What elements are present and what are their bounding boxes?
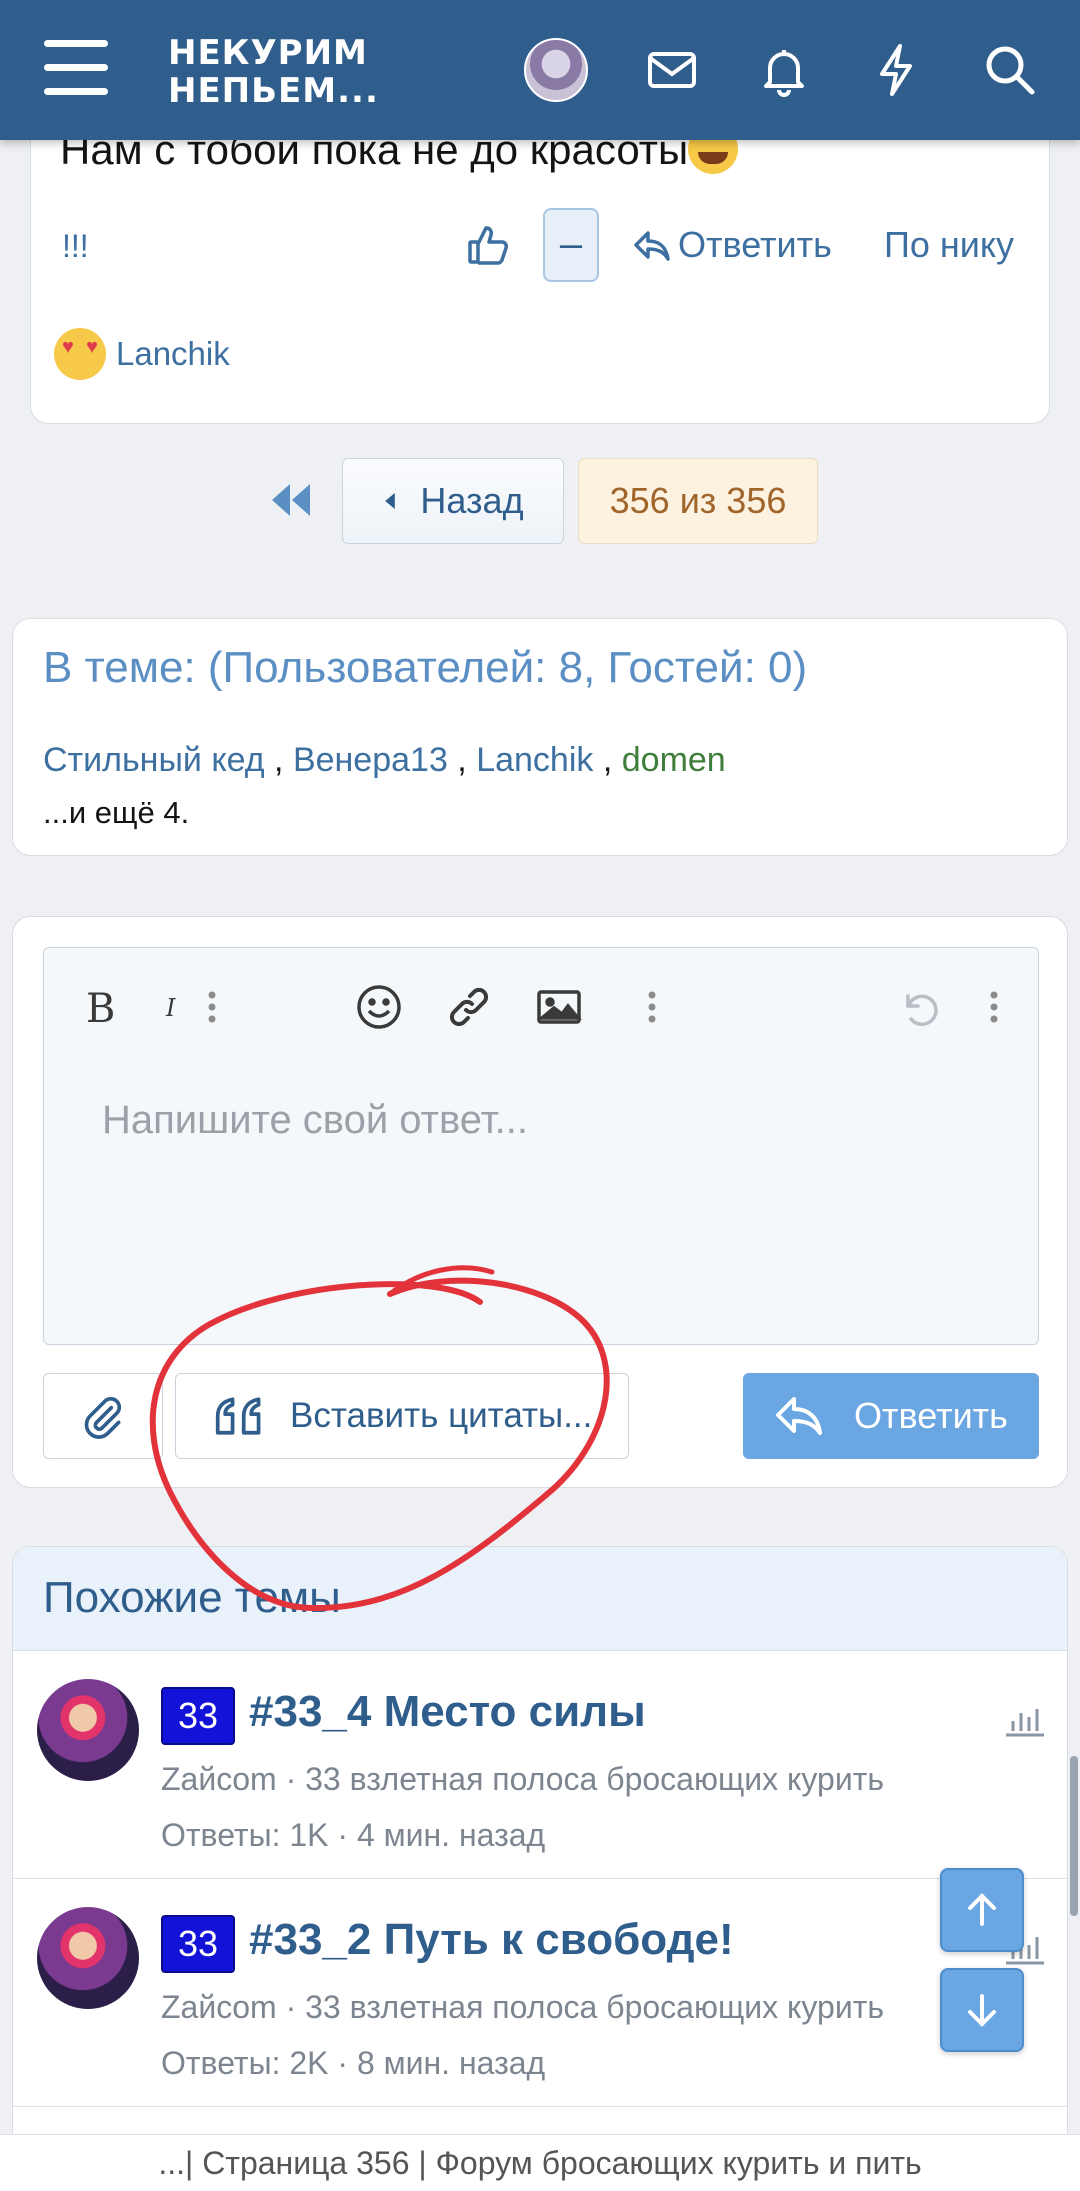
reply-placeholder: Напишите свой ответ... (102, 1098, 528, 1142)
chevron-left-icon (385, 493, 396, 509)
menu-icon[interactable] (44, 40, 108, 96)
online-title: В теме: (Пользователей: 8, Гостей: 0) (43, 643, 808, 692)
similar-threads-block: Похожие темы 33 #33_4 Место силы Zaйcom … (12, 1546, 1068, 2191)
scroll-to-bottom-button[interactable] (940, 1968, 1024, 2052)
thread-title-link[interactable]: #33_2 Путь к свободе! (249, 1915, 734, 1965)
heart-eyes-emoji-icon (54, 328, 106, 380)
image-icon[interactable] (532, 972, 586, 1042)
svg-text:I: I (165, 994, 176, 1022)
current-page-indicator[interactable]: 356 из 356 (578, 458, 818, 544)
italic-icon[interactable]: I (120, 972, 190, 1042)
user-avatar[interactable] (524, 38, 588, 102)
thread-author-avatar[interactable] (37, 1907, 139, 2009)
separator: · (328, 1817, 357, 1853)
thread-prefix-badge: 33 (161, 1915, 235, 1973)
bell-icon[interactable] (754, 40, 814, 100)
online-user-link[interactable]: domen (622, 741, 726, 779)
thread-title-link[interactable]: #33_4 Место силы (249, 1687, 646, 1737)
reply-editor-card: B I Напишите свой ответ... Вставить цита… (12, 916, 1068, 1488)
undo-icon[interactable] (892, 972, 946, 1042)
thread-replies: Ответы: 2K (161, 2045, 329, 2081)
separator: , (447, 741, 477, 779)
thread-meta: Zaйcom · 33 взлетная полоса бросающих ку… (161, 1761, 884, 1798)
separator: · (276, 1989, 306, 2025)
online-user-link[interactable]: Стильный кед (43, 741, 265, 779)
thread-author-avatar[interactable] (37, 1679, 139, 1781)
insert-quotes-button[interactable]: Вставить цитаты... (175, 1373, 629, 1459)
logo-line-2: НЕПЬЕМ... (168, 71, 379, 111)
separator: · (328, 2045, 357, 2081)
reply-arrow-icon (634, 231, 670, 261)
reply-link[interactable]: Ответить (632, 224, 832, 266)
arrow-down-icon (968, 1994, 996, 2027)
paperclip-icon (84, 1396, 122, 1439)
prev-page-button[interactable]: Назад (342, 458, 564, 544)
logo-line-1: НЕКУРИМ (168, 33, 368, 73)
separator: , (593, 741, 622, 779)
reaction-summary[interactable]: Lanchik (54, 328, 230, 380)
submit-reply-button[interactable]: Ответить (743, 1373, 1039, 1459)
page-scrollbar[interactable] (1070, 1756, 1078, 1916)
separator: , (264, 741, 293, 779)
scroll-to-top-button[interactable] (940, 1868, 1024, 1952)
thread-author[interactable]: Zaйcom (161, 1989, 277, 2025)
thread-stats: Ответы: 2K · 8 мин. назад (161, 2045, 545, 2082)
reply-editor[interactable]: B I Напишите свой ответ... (43, 947, 1039, 1345)
like-icon[interactable] (466, 222, 512, 268)
similar-threads-title: Похожие темы (43, 1573, 341, 1622)
similar-threads-header: Похожие темы (13, 1547, 1067, 1651)
thread-stats: Ответы: 1K · 4 мин. назад (161, 1817, 545, 1854)
smiley-icon[interactable] (352, 972, 406, 1042)
submit-reply-label: Ответить (854, 1395, 1008, 1436)
site-logo[interactable]: НЕКУРИМ НЕПЬЕМ... (168, 34, 379, 110)
thread-last-post-time[interactable]: 4 мин. назад (357, 1817, 545, 1853)
thread-meta: Zaйcom · 33 взлетная полоса бросающих ку… (161, 1989, 884, 2026)
reply-link-label: Ответить (678, 224, 832, 265)
separator: · (276, 1761, 306, 1797)
online-user-link[interactable]: Венера13 (293, 741, 448, 779)
thread-forum[interactable]: 33 взлетная полоса бросающих курить (305, 1761, 884, 1797)
lightning-icon[interactable] (866, 40, 926, 100)
attach-file-button[interactable] (43, 1373, 163, 1459)
quote-icon (215, 1397, 261, 1435)
search-icon[interactable] (980, 40, 1040, 100)
thread-row[interactable]: 33 #33_2 Путь к свободе! Zaйcom · 33 взл… (13, 1879, 1067, 2107)
browser-page-title: ...| Страница 356 | Форум бросающих кури… (0, 2134, 1080, 2191)
thread-forum[interactable]: 33 взлетная полоса бросающих курить (305, 1989, 884, 2025)
reply-arrow-icon (776, 1397, 823, 1435)
online-users-block: В теме: (Пользователей: 8, Гостей: 0) Ст… (12, 618, 1068, 856)
online-user-link[interactable]: Lanchik (476, 741, 593, 779)
post-signature: !!! (62, 228, 89, 264)
top-header: НЕКУРИМ НЕПЬЕМ... (0, 0, 1080, 140)
thread-prefix-badge: 33 (161, 1687, 235, 1745)
insert-quotes-label: Вставить цитаты... (290, 1396, 593, 1435)
thread-last-post-time[interactable]: 8 мин. назад (357, 2045, 545, 2081)
first-page-icon[interactable] (266, 480, 316, 520)
thread-row[interactable]: 33 #33_4 Место силы Zaйcom · 33 взлетная… (13, 1651, 1067, 1879)
link-icon[interactable] (442, 972, 496, 1042)
more-insert-options-icon[interactable] (632, 972, 672, 1042)
thread-replies: Ответы: 1K (161, 1817, 329, 1853)
dislike-button[interactable]: – (543, 208, 599, 282)
thread-author[interactable]: Zaйcom (161, 1761, 277, 1797)
svg-text:B: B (86, 986, 115, 1032)
online-users-list: Стильный кед , Венера13 , Lanchik , dome… (43, 741, 726, 780)
more-editor-options-icon[interactable] (974, 972, 1014, 1042)
arrow-up-icon (968, 1893, 996, 1926)
prev-page-label: Назад (420, 480, 524, 521)
bar-chart-icon (1003, 1701, 1047, 1739)
reactor-name[interactable]: Lanchik (116, 335, 230, 373)
more-text-options-icon[interactable] (192, 972, 232, 1042)
online-more-count: ...и ещё 4. (43, 795, 190, 830)
reply-by-nick-link[interactable]: По нику (884, 224, 1014, 266)
mail-icon[interactable] (642, 40, 702, 100)
